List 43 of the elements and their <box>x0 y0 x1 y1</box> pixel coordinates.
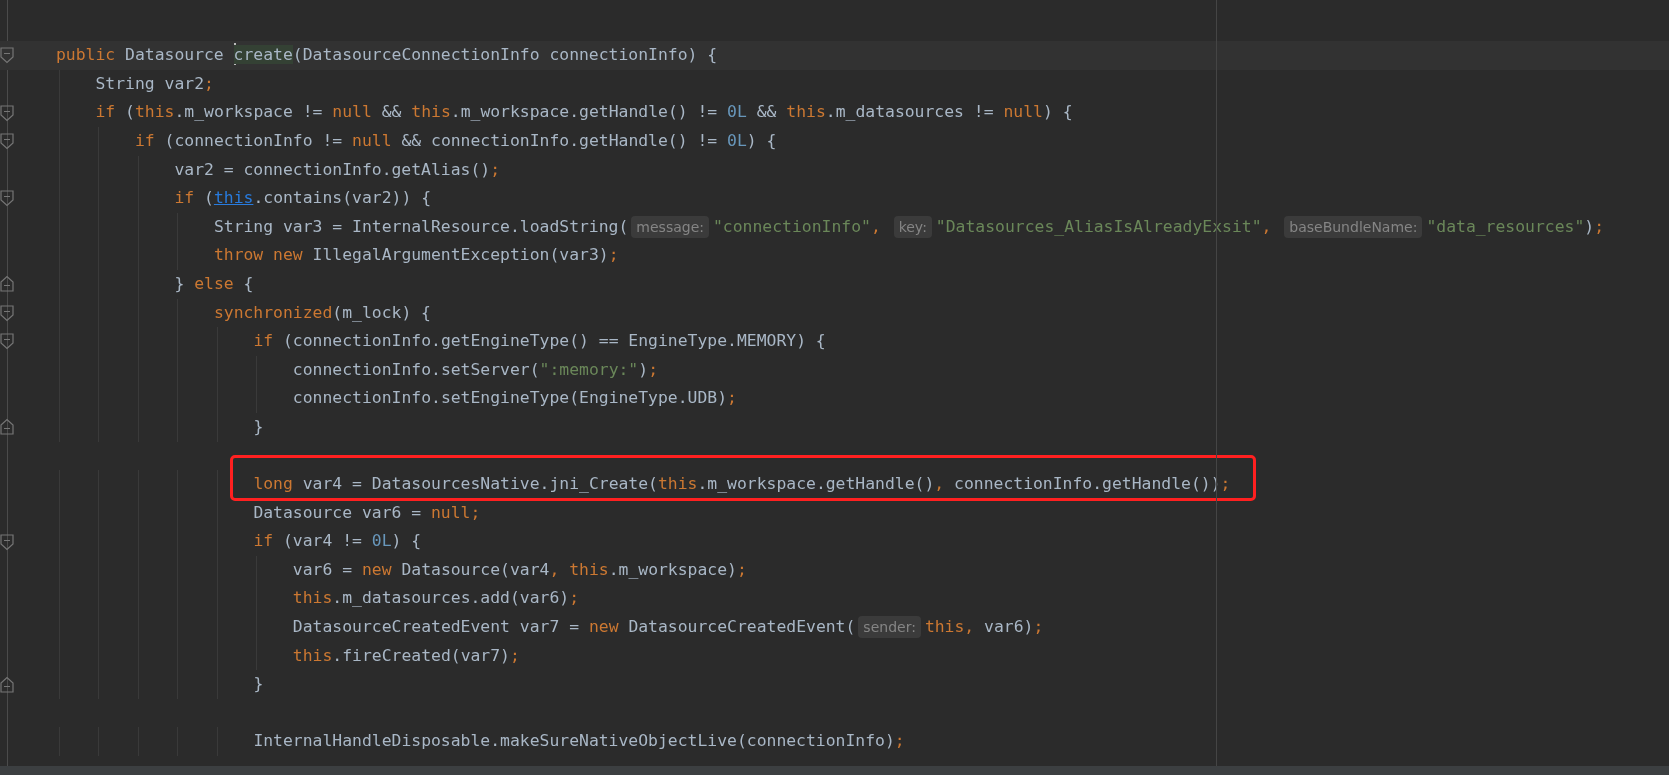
fold-icon[interactable] <box>0 189 14 208</box>
code-line: connectionInfo.setEngineType(EngineType.UDB); <box>292 388 737 408</box>
code-line: } else { <box>174 273 254 293</box>
code-line: public Datasource create(DatasourceConnectionInfo connectionInfo) { <box>55 45 718 65</box>
code-line: } <box>253 674 264 694</box>
fold-icon[interactable] <box>0 132 14 151</box>
code-line: var6 = new Datasource(var4, this.m_workspace); <box>292 559 747 579</box>
code-line: if (this.contains(var2)) { <box>174 188 431 208</box>
fold-icon[interactable] <box>0 532 14 551</box>
fold-end-icon[interactable] <box>0 675 14 694</box>
code-line: InternalHandleDisposable.makeSureNativeObjectLive(connectionInfo); <box>253 731 905 751</box>
fold-end-icon[interactable] <box>0 275 14 294</box>
fold-icon[interactable] <box>0 46 14 65</box>
code-line: if (var4 != 0L) { <box>253 531 422 551</box>
horizontal-scrollbar[interactable] <box>0 766 1669 775</box>
code-line: synchronized(m_lock) { <box>213 302 431 322</box>
this-link[interactable]: this <box>213 188 254 208</box>
code-text: "Datasources_AliasIsAlreadyExsit", <box>935 216 1273 236</box>
code-line: var2 = connectionInfo.getAlias(); <box>174 159 501 179</box>
parameter-hint: sender: <box>858 616 921 639</box>
fold-icon[interactable] <box>0 103 14 122</box>
code-line: if (connectionInfo.getEngineType() == EngineType.MEMORY) { <box>253 331 826 351</box>
code-text: "data_resources"); <box>1426 216 1605 236</box>
code-line: if (connectionInfo != null && connectionInfo.getHandle() != 0L) { <box>134 130 777 150</box>
code-line: this.fireCreated(var7); <box>292 645 520 665</box>
fold-icon[interactable] <box>0 332 14 351</box>
code-line: connectionInfo.setServer(":memory:"); <box>292 359 658 379</box>
code-line: Datasource var6 = null; <box>253 502 481 522</box>
code-text: DatasourceCreatedEvent var7 = new DatasourceCreatedEvent( <box>292 617 856 637</box>
code-line: String var2; <box>95 73 214 93</box>
code-text: "connectionInfo", <box>713 216 882 236</box>
code-line: this.m_datasources.add(var6); <box>292 588 580 608</box>
code-text: this, var6); <box>924 617 1044 637</box>
parameter-hint: baseBundleName: <box>1284 215 1423 238</box>
code-line: long var4 = DatasourcesNative.jni_Create(this.m_workspace.getHandle(), connectionInfo.getHandle()); <box>253 474 1231 494</box>
parameter-hint: key: <box>893 215 932 238</box>
fold-icon[interactable] <box>0 303 14 322</box>
code-line: throw new IllegalArgumentException(var3); <box>213 245 619 265</box>
parameter-hint: message: <box>631 215 709 238</box>
code-line: if (this.m_workspace != null && this.m_workspace.getHandle() != 0L && this.m_datasources != null) { <box>95 102 1073 122</box>
fold-end-icon[interactable] <box>0 418 14 437</box>
code-line: } <box>253 416 264 436</box>
code-text: String var3 = InternalResource.loadString( <box>213 216 629 236</box>
